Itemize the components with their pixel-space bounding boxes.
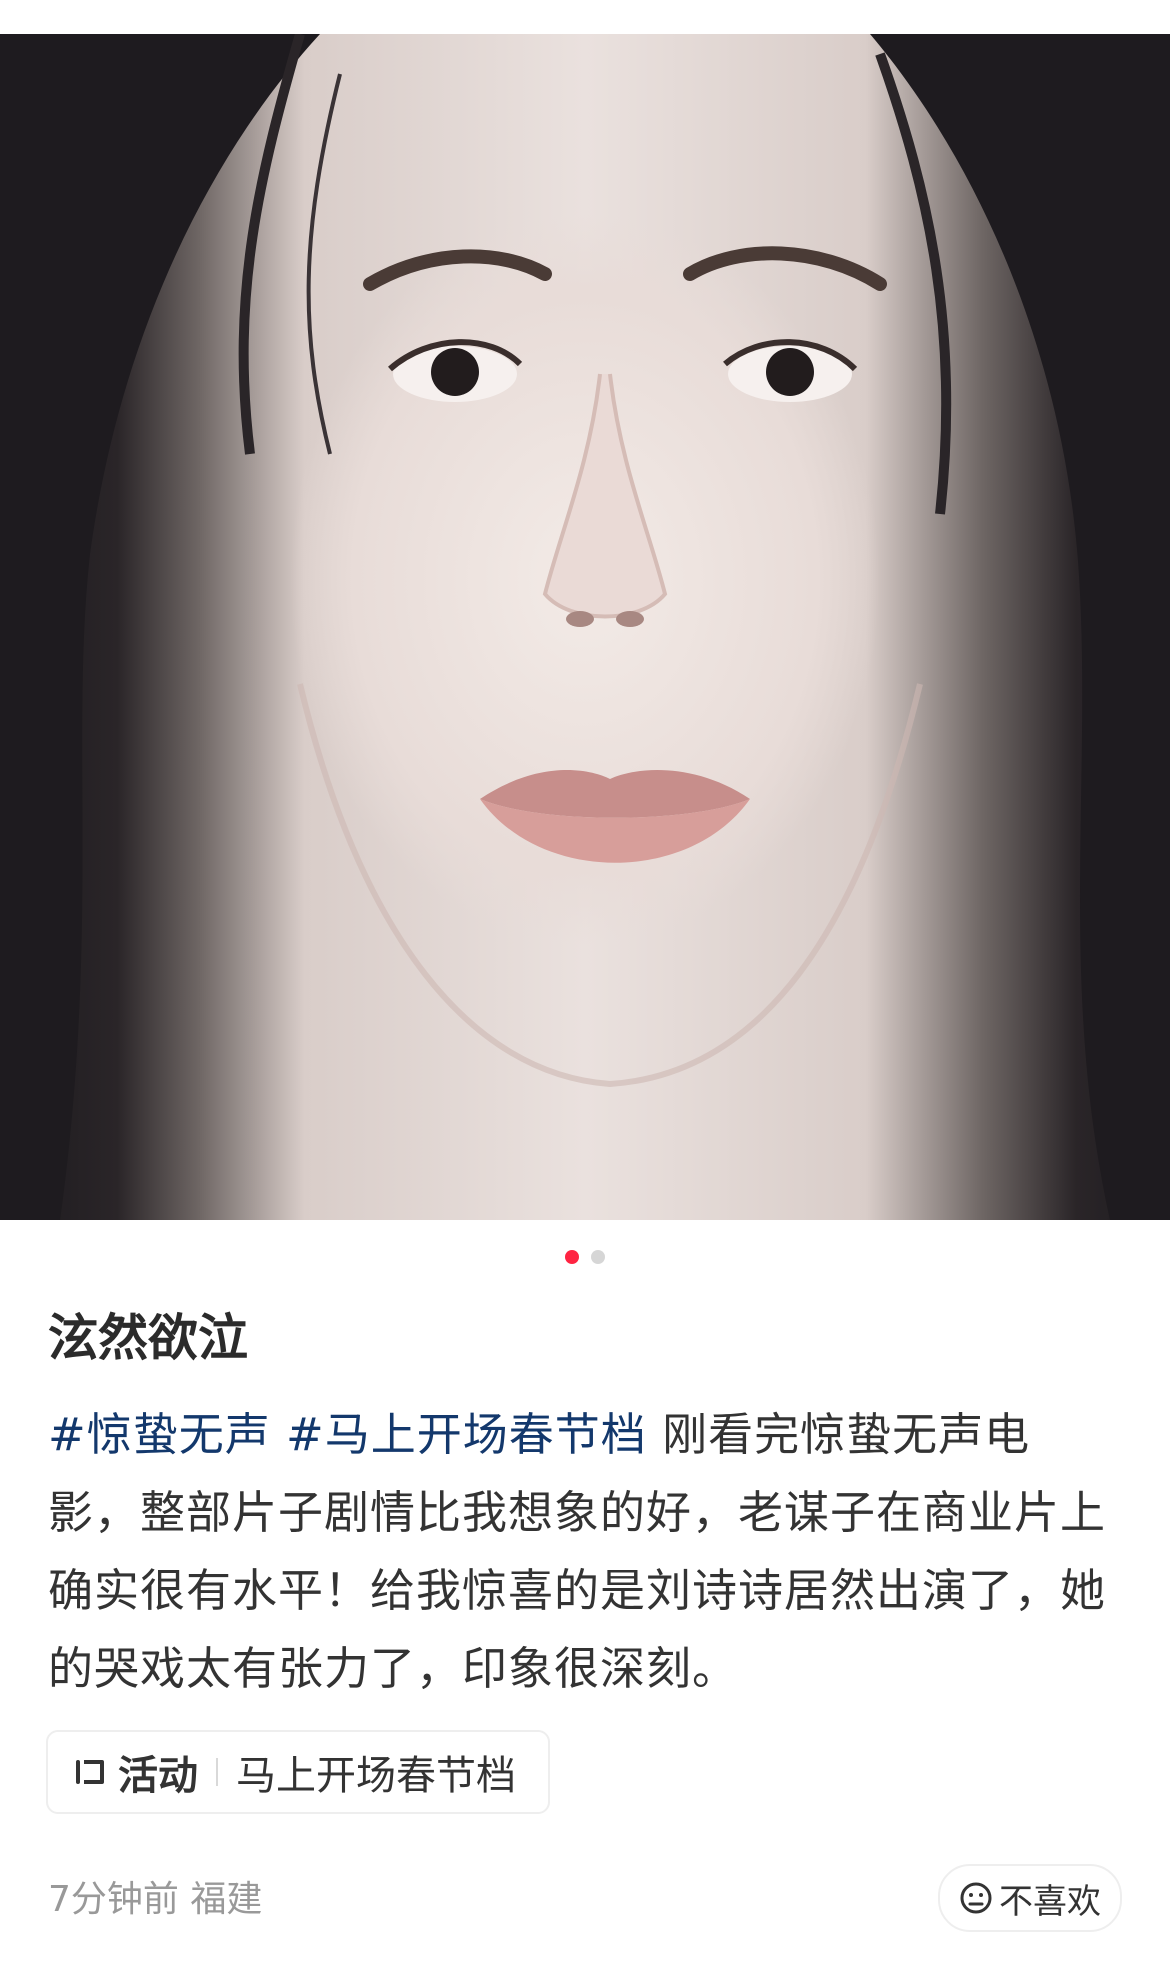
hashtag-link[interactable]: #马上开场春节档	[286, 1408, 647, 1461]
hashtag-link[interactable]: #惊蛰无声	[48, 1408, 271, 1461]
activity-chip[interactable]: 活动 马上开场春节档	[46, 1730, 550, 1814]
portrait-illustration	[0, 34, 1170, 1220]
activity-label: 活动	[118, 1753, 198, 1799]
dislike-button[interactable]: 不喜欢	[938, 1864, 1122, 1932]
post-location: 福建	[190, 1879, 263, 1920]
neutral-face-icon	[960, 1882, 992, 1914]
post-image[interactable]	[0, 34, 1170, 1220]
carousel-dot[interactable]	[591, 1250, 605, 1264]
post-meta: 7分钟前 福建	[48, 1870, 262, 1922]
activity-icon	[72, 1754, 108, 1790]
carousel-indicator	[0, 1250, 1170, 1266]
activity-value: 马上开场春节档	[236, 1753, 516, 1799]
carousel-dot-active[interactable]	[565, 1250, 579, 1264]
post-body: #惊蛰无声 #马上开场春节档 刚看完惊蛰无声电影，整部片子剧情比我想象的好，老谋…	[48, 1396, 1122, 1708]
dislike-label: 不喜欢	[999, 1881, 1101, 1922]
status-icon: ˇ	[160, 0, 169, 12]
post-title: 泫然欲泣	[48, 1309, 248, 1367]
status-bar: ˇ	[0, 0, 1170, 34]
activity-separator	[216, 1758, 218, 1786]
post-time: 7分钟前	[48, 1879, 179, 1920]
